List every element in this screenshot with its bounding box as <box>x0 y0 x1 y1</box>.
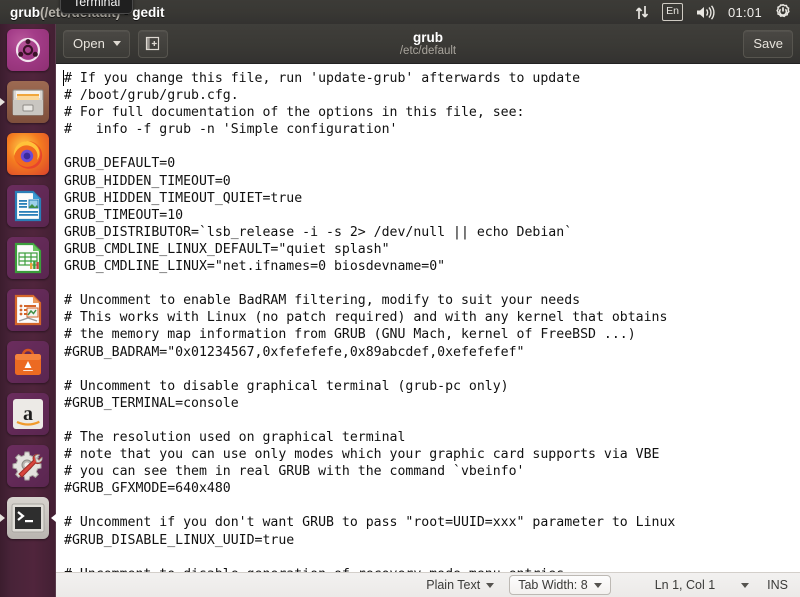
chevron-down-icon <box>486 582 495 588</box>
svg-text:a: a <box>23 403 33 425</box>
keyboard-layout-indicator[interactable]: En <box>662 3 683 21</box>
gedit-statusbar: Plain Text Tab Width: 8 Ln 1, Col 1 INS <box>56 572 800 597</box>
launcher-tooltip: Terminal <box>60 0 134 14</box>
page-title: grub <box>413 29 443 45</box>
file-cabinet-icon <box>7 81 49 123</box>
document-text[interactable]: # If you change this file, run 'update-g… <box>56 64 800 572</box>
window-title-program: gedit <box>132 4 165 20</box>
language-label: Plain Text <box>426 578 481 592</box>
insert-mode-label: INS <box>767 578 788 592</box>
new-document-button[interactable] <box>137 29 168 58</box>
text-caret <box>63 70 64 86</box>
running-indicator-icon <box>0 98 5 106</box>
software-bag-icon <box>7 341 49 383</box>
chevron-down-icon <box>112 41 121 46</box>
unity-launcher: a <box>0 24 56 597</box>
terminal-window-icon <box>11 503 45 533</box>
network-up-down-arrows-icon[interactable] <box>635 5 649 20</box>
firefox-logo-icon <box>13 141 43 169</box>
page-subtitle: /etc/default <box>399 44 457 57</box>
tab-width-selector[interactable]: Tab Width: 8 <box>509 575 611 595</box>
gear-wrench-icon <box>7 445 49 487</box>
cursor-position-label: Ln 1, Col 1 <box>654 578 716 592</box>
launcher-item-libreoffice-calc[interactable] <box>0 232 56 284</box>
launcher-item-ubuntu-dash[interactable] <box>0 24 56 76</box>
launcher-item-files[interactable] <box>0 76 56 128</box>
terminal-prompt-icon <box>7 497 49 539</box>
presentation-impress-icon <box>7 289 49 331</box>
launcher-item-amazon[interactable]: a <box>0 388 56 440</box>
language-selector[interactable]: Plain Text <box>415 573 505 597</box>
ubuntu-circle-of-friends-icon <box>15 37 41 63</box>
firefox-icon <box>7 133 49 175</box>
calc-spreadsheet-icon <box>14 242 42 274</box>
gedit-window: Open grub /etc/default Save # If you cha… <box>56 24 800 597</box>
gedit-headerbar: Open grub /etc/default Save <box>56 24 800 64</box>
launcher-item-firefox[interactable] <box>0 128 56 180</box>
focused-indicator-icon <box>51 514 56 522</box>
launcher-item-system-settings[interactable] <box>0 440 56 492</box>
clock-indicator[interactable]: 01:01 <box>728 5 762 20</box>
desktop-screen: Open grub /etc/default Save # If you cha… <box>0 0 800 597</box>
amazon-logo-icon: a <box>13 399 43 429</box>
ubuntu-software-bag-icon <box>15 348 41 375</box>
running-indicator-icon <box>0 514 5 522</box>
open-button-label: Open <box>73 36 105 51</box>
writer-document-icon <box>14 190 42 222</box>
launcher-item-libreoffice-impress[interactable] <box>0 284 56 336</box>
chevron-down-icon <box>593 582 602 588</box>
cursor-position-dropdown[interactable] <box>741 573 753 597</box>
chevron-down-icon <box>741 582 750 588</box>
panel-indicators: En 01:01 <box>635 3 800 21</box>
new-document-icon <box>146 36 160 51</box>
volume-speaker-icon[interactable] <box>696 4 715 20</box>
text-editor-area[interactable]: # If you change this file, run 'update-g… <box>56 64 800 572</box>
open-button[interactable]: Open <box>63 29 130 58</box>
files-drawer-icon <box>12 89 44 116</box>
vertical-scrollbar[interactable] <box>796 64 800 572</box>
insert-mode-indicator: INS <box>753 573 790 597</box>
window-title-app: grub <box>10 4 40 20</box>
ubuntu-logo-icon <box>7 29 49 71</box>
save-button[interactable]: Save <box>743 29 793 58</box>
launcher-item-libreoffice-writer[interactable] <box>0 180 56 232</box>
tab-width-label: Tab Width: 8 <box>518 578 588 592</box>
cursor-position[interactable]: Ln 1, Col 1 <box>615 573 741 597</box>
save-button-label: Save <box>753 36 783 51</box>
spreadsheet-calc-icon <box>7 237 49 279</box>
document-writer-icon <box>7 185 49 227</box>
launcher-item-ubuntu-software[interactable] <box>0 336 56 388</box>
impress-presentation-icon <box>14 294 42 326</box>
amazon-icon: a <box>7 393 49 435</box>
gear-power-icon[interactable] <box>775 4 791 20</box>
settings-gear-wrench-icon <box>12 451 43 481</box>
launcher-item-terminal[interactable] <box>0 492 56 544</box>
